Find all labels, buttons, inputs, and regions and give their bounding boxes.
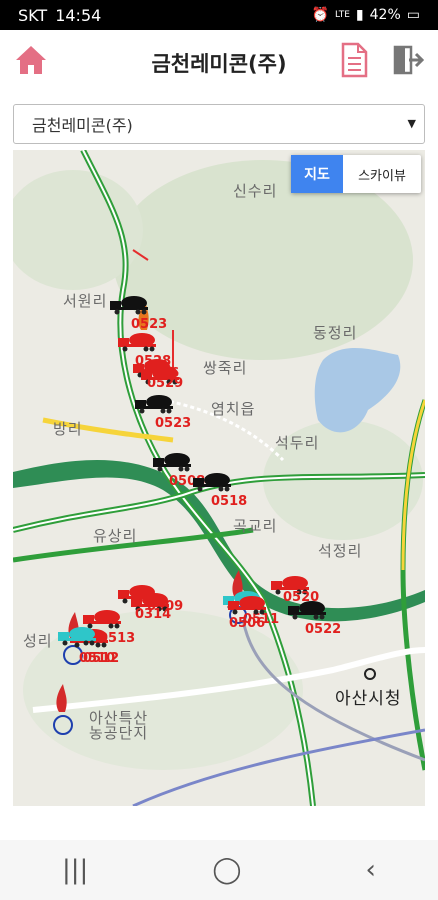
truck-number-label: 0529 bbox=[147, 376, 184, 391]
place-label: 염치읍 bbox=[211, 400, 256, 418]
company-select-value: 금천레미콘(주) bbox=[32, 116, 133, 135]
truck-number-label: 0314 bbox=[135, 607, 172, 622]
truck-number-label: 0506 bbox=[229, 616, 266, 631]
mixer-truck-icon[interactable] bbox=[193, 472, 233, 492]
android-nav-bar: ||| ◯ ‹ bbox=[0, 840, 438, 900]
signal-icon: ▮ bbox=[355, 7, 364, 23]
mixer-truck-icon[interactable] bbox=[228, 595, 268, 615]
truck-number-label: 0512 bbox=[83, 651, 120, 666]
mixer-truck-icon[interactable] bbox=[110, 295, 150, 315]
battery-icon: ▭ bbox=[406, 7, 420, 23]
mixer-truck-icon[interactable] bbox=[118, 332, 158, 352]
map-type-toggle: 지도 스카이뷰 bbox=[291, 155, 421, 193]
map-view[interactable]: 지도 스카이뷰 신수리서원리동정리쌍죽리염치읍석두리석정리 곡교리유상리 방리성리아… bbox=[13, 150, 425, 806]
skyview-mode-button[interactable]: 스카이뷰 bbox=[343, 155, 421, 193]
place-label: 아산시청 bbox=[335, 689, 402, 709]
truck-number-label: 0523 bbox=[131, 317, 168, 332]
map-mode-button[interactable]: 지도 bbox=[291, 155, 343, 193]
place-label: 동정리 bbox=[313, 324, 358, 342]
report-button[interactable] bbox=[340, 42, 368, 78]
network-label: LTE bbox=[334, 10, 350, 20]
document-icon bbox=[341, 42, 368, 78]
carrier: SKT bbox=[18, 5, 48, 25]
place-label: 신수리 bbox=[233, 182, 278, 200]
home-nav-button[interactable]: ◯ bbox=[212, 855, 241, 885]
truck-number-label: 0518 bbox=[211, 494, 248, 509]
logout-button[interactable] bbox=[392, 44, 425, 76]
alarm-icon: ⏰ bbox=[311, 7, 329, 23]
city-hall-marker bbox=[364, 668, 376, 680]
app-header: 금천레미콘(주) bbox=[0, 30, 438, 92]
recent-apps-button[interactable]: ||| bbox=[62, 855, 88, 885]
truck-number-label: 0522 bbox=[305, 622, 342, 637]
mixer-truck-icon[interactable] bbox=[58, 626, 98, 646]
back-button[interactable]: ‹ bbox=[366, 855, 376, 885]
page-title: 금천레미콘(주) bbox=[151, 52, 287, 76]
mixer-truck-icon[interactable] bbox=[135, 394, 175, 414]
company-select[interactable]: 금천레미콘(주) ▼ bbox=[13, 104, 425, 144]
time: 14:54 bbox=[55, 5, 102, 25]
place-label: 석정리 bbox=[318, 542, 363, 560]
chevron-down-icon: ▼ bbox=[407, 117, 416, 130]
mixer-truck-icon[interactable] bbox=[288, 600, 328, 620]
place-label: 성리 bbox=[23, 632, 53, 650]
lake bbox=[314, 348, 401, 433]
logout-icon bbox=[393, 45, 425, 75]
place-label: 농공단지 bbox=[89, 724, 149, 742]
mixer-truck-icon[interactable] bbox=[153, 452, 193, 472]
place-label: 쌍죽리 bbox=[203, 359, 248, 377]
place-label: 유상리 bbox=[93, 527, 138, 545]
place-label: 서원리 bbox=[63, 292, 108, 310]
place-label: 방리 bbox=[53, 420, 83, 438]
status-bar: SKT 14:54 ⏰ LTE ▮ 42% ▭ bbox=[0, 0, 438, 30]
battery-level: 42% bbox=[369, 7, 401, 23]
truck-number-label: 0523 bbox=[155, 416, 192, 431]
place-label: 석두리 bbox=[275, 434, 320, 452]
place-label: 곡교리 bbox=[233, 517, 278, 535]
